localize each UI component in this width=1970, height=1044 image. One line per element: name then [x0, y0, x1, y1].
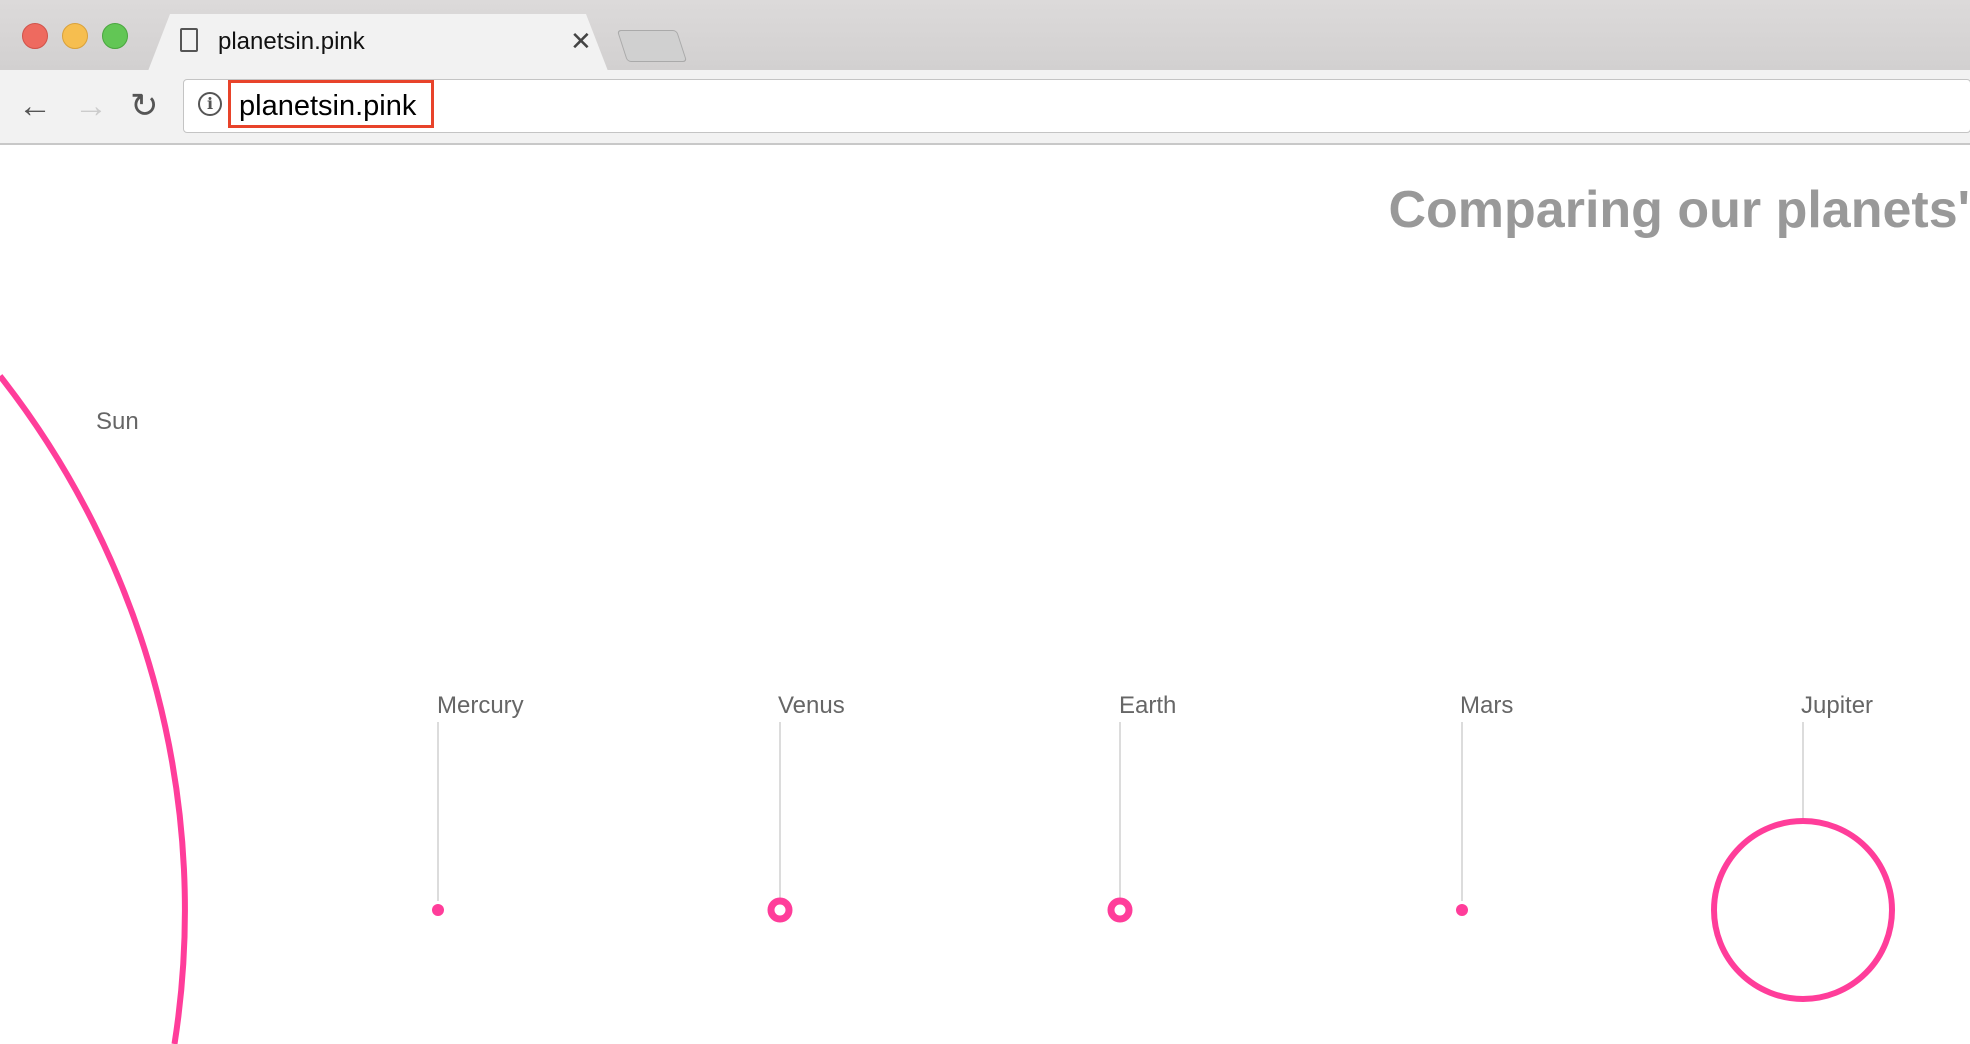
planet-venus-marker	[767, 897, 793, 923]
planet-label-earth: Earth	[1119, 692, 1177, 719]
planet-earth-marker	[1107, 897, 1133, 923]
planet-label-mars: Mars	[1460, 692, 1514, 719]
sun-label: Sun	[96, 408, 139, 435]
sun-arc	[0, 374, 188, 1044]
planet-mercury-marker	[432, 904, 444, 916]
planet-mars-marker	[1456, 904, 1468, 916]
browser-window: planetsin.pink ✕ ← → ↻ i planetsin.pink …	[0, 0, 1970, 1044]
planet-label-mercury: Mercury	[437, 692, 524, 719]
planet-scene	[0, 374, 1895, 1044]
planet-label-jupiter: Jupiter	[1801, 692, 1874, 719]
planet-jupiter-marker	[1711, 818, 1895, 1002]
planet-label-venus: Venus	[778, 692, 845, 719]
